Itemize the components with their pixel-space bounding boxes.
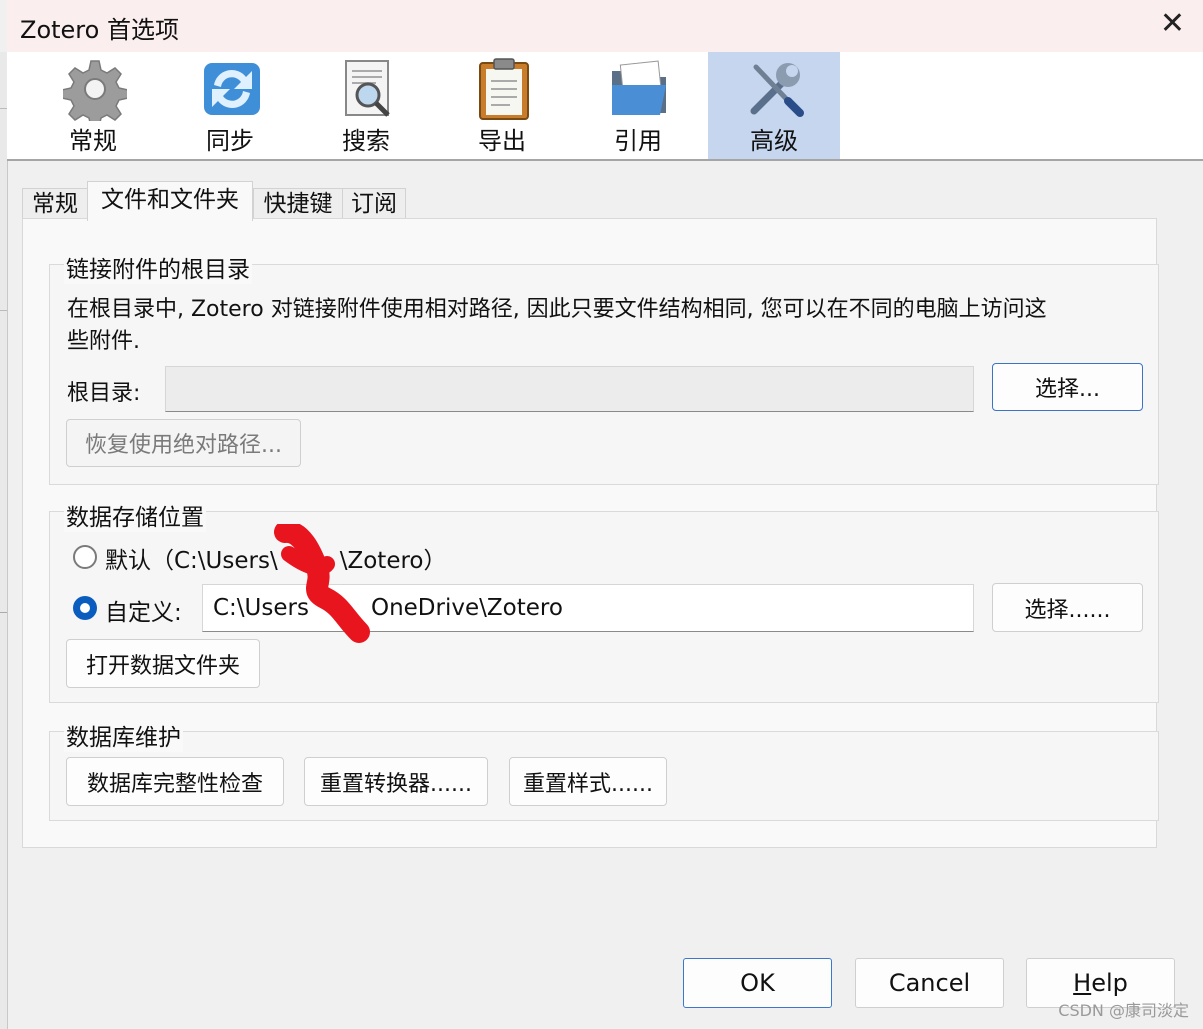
tab-general[interactable]: 常规 xyxy=(22,188,88,220)
choose-root-button[interactable]: 选择... xyxy=(992,363,1143,411)
gear-icon xyxy=(63,60,127,121)
tab-panel-files-and-folders: 链接附件的根目录 在根目录中, Zotero 对链接附件使用相对路径, 因此只要… xyxy=(22,218,1159,848)
root-directory-label: 根目录: xyxy=(67,381,141,406)
toolbar-export-label: 导出 xyxy=(478,127,526,155)
watermark: CSDN @康司淡定 xyxy=(1058,1001,1189,1020)
tab-shortcuts[interactable]: 快捷键 xyxy=(253,188,343,220)
toolbar-cite-label: 引用 xyxy=(614,127,662,155)
pane-toolbar: 常规 同步 搜索 导出 引用 高级 xyxy=(7,52,1203,161)
clipboard-icon xyxy=(479,58,529,120)
search-icon xyxy=(345,60,390,117)
ok-button[interactable]: OK xyxy=(683,958,832,1008)
custom-location-radio[interactable] xyxy=(73,596,97,620)
toolbar-search-label: 搜索 xyxy=(342,127,390,155)
close-icon[interactable]: ✕ xyxy=(1160,8,1185,40)
root-directory-field[interactable] xyxy=(165,366,974,412)
reset-translators-button[interactable]: 重置转换器...... xyxy=(304,757,488,806)
linked-root-description-line2: 些附件. xyxy=(67,329,140,354)
tools-icon xyxy=(750,63,804,117)
check-database-integrity-button[interactable]: 数据库完整性检查 xyxy=(66,757,284,806)
revert-absolute-paths-button[interactable]: 恢复使用绝对路径... xyxy=(66,419,301,467)
toolbar-sync-button[interactable]: 同步 xyxy=(164,52,296,159)
sync-icon xyxy=(204,63,260,115)
toolbar-advanced-label: 高级 xyxy=(750,127,798,155)
tab-files-and-folders[interactable]: 文件和文件夹 xyxy=(87,181,253,221)
open-data-folder-button[interactable]: 打开数据文件夹 xyxy=(66,639,260,688)
custom-location-label[interactable]: 自定义: xyxy=(105,593,182,627)
toolbar-general-button[interactable]: 常规 xyxy=(27,52,159,159)
default-location-radio[interactable] xyxy=(73,545,97,569)
toolbar-general-label: 常规 xyxy=(69,127,117,155)
tab-feeds[interactable]: 订阅 xyxy=(342,188,406,220)
window-title: Zotero 首选项 xyxy=(20,16,179,44)
linked-root-description-line1: 在根目录中, Zotero 对链接附件使用相对路径, 因此只要文件结构相同, 您… xyxy=(67,297,1047,322)
toolbar-advanced-button[interactable]: 高级 xyxy=(708,52,840,159)
choose-data-directory-button[interactable]: 选择...... xyxy=(992,583,1143,632)
cancel-button[interactable]: Cancel xyxy=(855,958,1004,1008)
reset-styles-button[interactable]: 重置样式...... xyxy=(509,757,667,806)
redaction-mark xyxy=(274,524,370,643)
folder-icon xyxy=(612,60,666,115)
title-bar: Zotero 首选项 ✕ xyxy=(7,0,1203,52)
toolbar-cite-button[interactable]: 引用 xyxy=(572,52,704,159)
data-location-legend: 数据存储位置 xyxy=(64,498,206,532)
linked-root-legend: 链接附件的根目录 xyxy=(64,250,252,284)
background-window-edge xyxy=(0,52,8,1029)
toolbar-sync-label: 同步 xyxy=(206,127,254,155)
toolbar-export-button[interactable]: 导出 xyxy=(436,52,568,159)
toolbar-search-button[interactable]: 搜索 xyxy=(300,52,432,159)
db-maintenance-legend: 数据库维护 xyxy=(64,718,183,752)
preferences-window: Zotero 首选项 ✕ 常规 同步 搜索 导出 引用 高级 常规 文件和文件夹… xyxy=(0,0,1203,1029)
